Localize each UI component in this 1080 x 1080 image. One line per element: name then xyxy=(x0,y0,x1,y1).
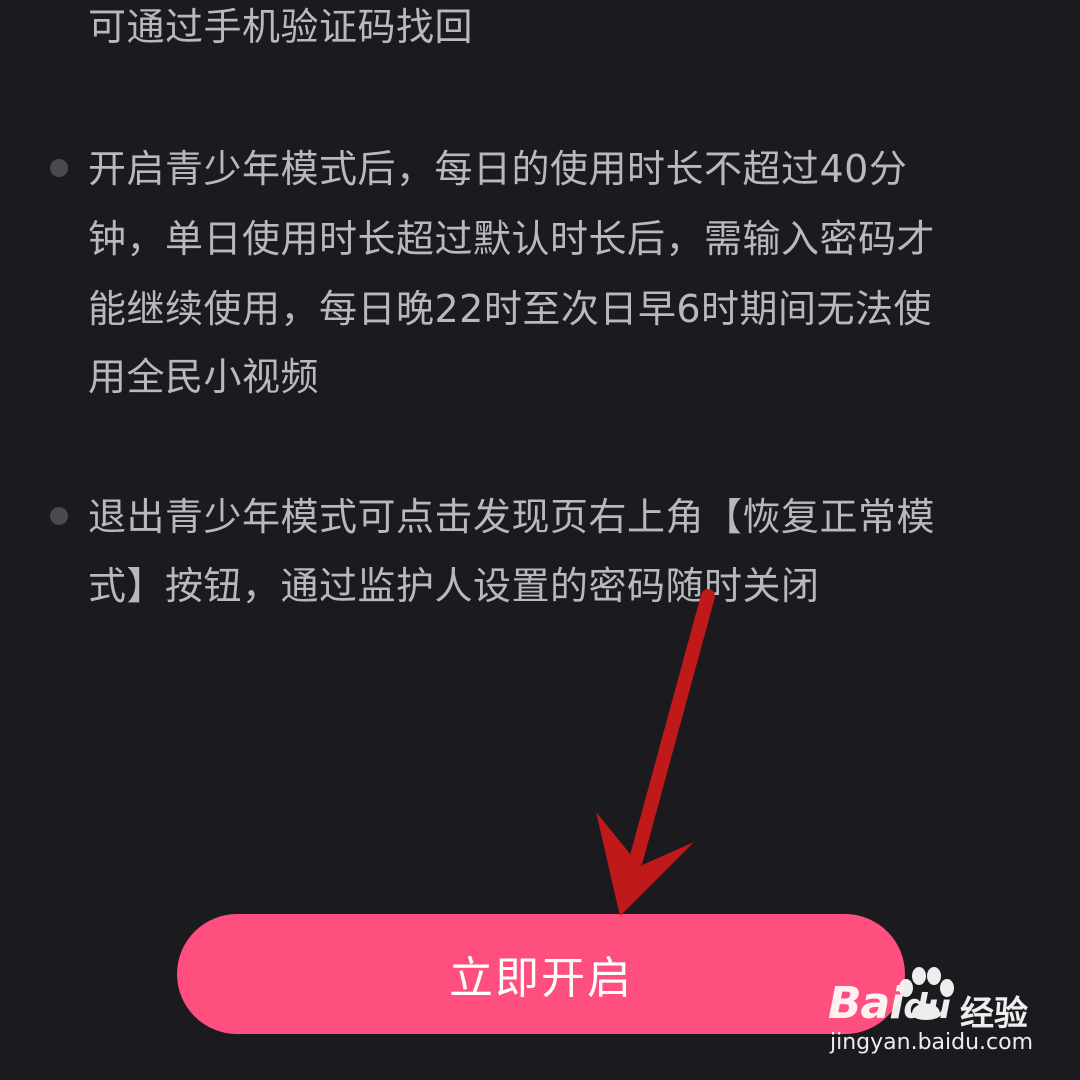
bullet-2-line-2: 式】按钮，通过监护人设置的密码随时关闭 xyxy=(88,564,820,608)
bullet-2-line-1: 退出青少年模式可点击发现页右上角【恢复正常模 xyxy=(88,495,936,539)
paw-icon xyxy=(899,967,954,1020)
watermark-url: jingyan.baidu.com xyxy=(830,1030,1034,1055)
bullet-1-line-2: 钟，单日使用时长超过默认时长后，需输入密码才 xyxy=(88,217,936,261)
intro-text: 可通过手机验证码找回 xyxy=(88,5,474,49)
bullet-1-line-4: 用全民小视频 xyxy=(88,355,320,399)
enable-now-label: 立即开启 xyxy=(449,953,633,1004)
bullet-1-line-1: 开启青少年模式后，每日的使用时长不超过40分 xyxy=(88,147,908,191)
teen-mode-screen: 可通过手机验证码找回 开启青少年模式后，每日的使用时长不超过40分 钟，单日使用… xyxy=(0,0,1080,1080)
baidu-jingyan-watermark: Baidu 经验 jingyan.baidu.com xyxy=(826,966,1076,1076)
bullet-dot xyxy=(50,507,68,525)
watermark-sub: 经验 xyxy=(960,994,1028,1034)
bullet-1-line-3: 能继续使用，每日晚22时至次日早6时期间无法使 xyxy=(88,287,933,331)
bullet-dot xyxy=(50,159,68,177)
enable-now-button[interactable]: 立即开启 xyxy=(177,914,905,1034)
